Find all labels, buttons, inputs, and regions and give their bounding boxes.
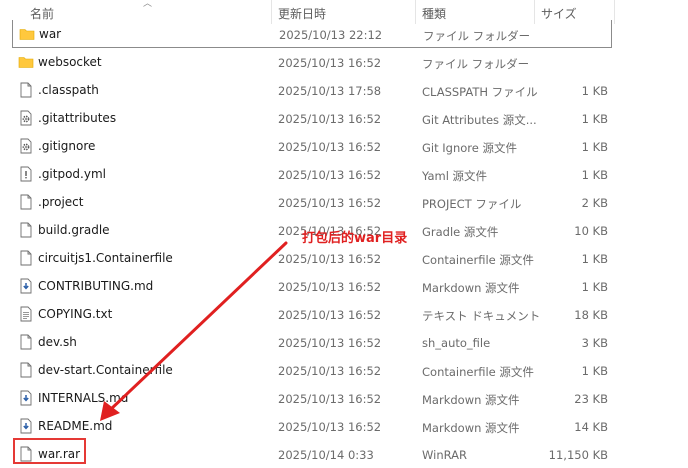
- annotation-arrow: [100, 241, 288, 421]
